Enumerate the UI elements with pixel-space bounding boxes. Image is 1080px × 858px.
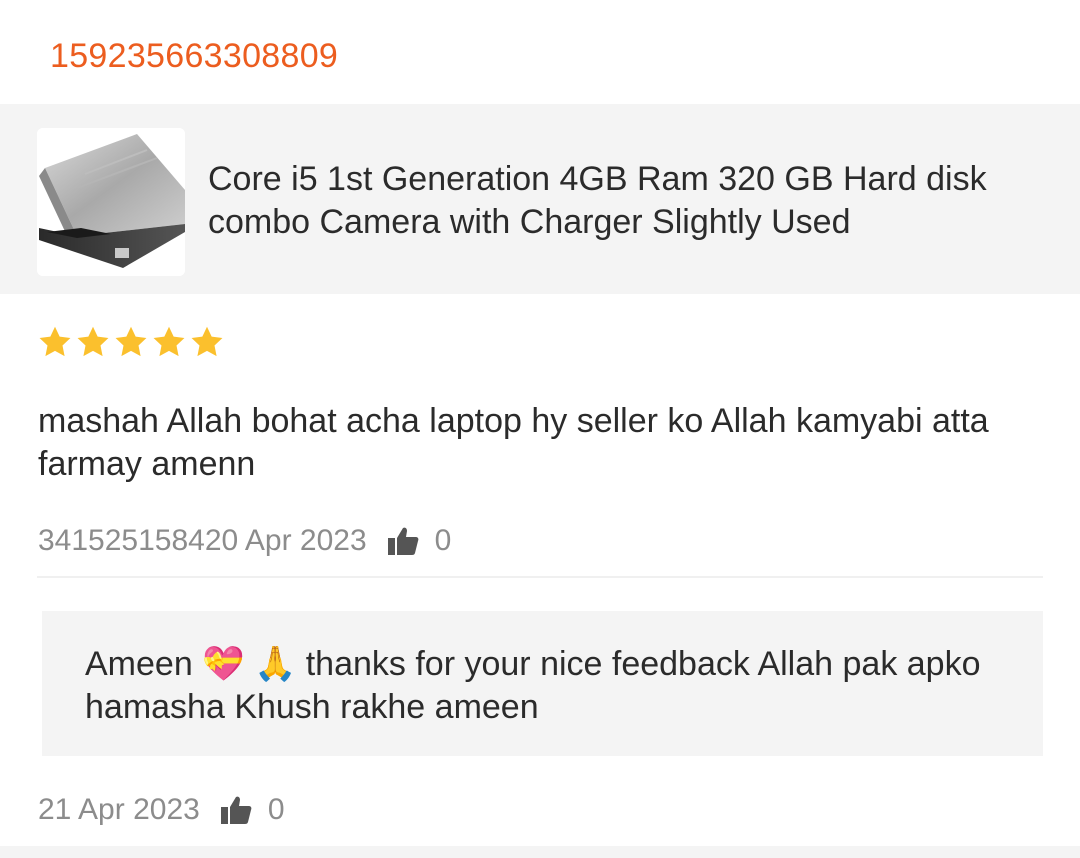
reply-date: 21 Apr 2023 <box>38 793 200 826</box>
divider <box>37 576 1043 578</box>
star-rating <box>37 324 225 364</box>
laptop-image <box>37 128 185 276</box>
reply-like-count: 0 <box>267 793 285 826</box>
bottom-strip <box>0 846 1080 858</box>
star-icon <box>115 326 147 357</box>
product-thumbnail[interactable] <box>37 128 185 276</box>
review-text: mashah Allah bohat acha laptop hy seller… <box>38 402 989 483</box>
review-meta: 341525158420 Apr 2023 0 <box>38 521 451 561</box>
product-panel[interactable]: Core i5 1st Generation 4GB Ram 320 GB Ha… <box>0 104 1080 294</box>
star-icon <box>77 326 109 357</box>
review-like-count: 0 <box>434 524 452 557</box>
order-header: 159235663308809 <box>0 0 1080 104</box>
product-title[interactable]: Core i5 1st Generation 4GB Ram 320 GB Ha… <box>208 158 1058 244</box>
thumbs-up-icon[interactable] <box>220 795 252 825</box>
star-icon <box>191 326 223 357</box>
star-icon <box>39 326 71 357</box>
seller-reply: Ameen 💝 🙏 thanks for your nice feedback … <box>42 611 1043 756</box>
star-icon <box>153 326 185 357</box>
reply-meta: 21 Apr 2023 0 <box>38 790 285 830</box>
reply-text: Ameen 💝 🙏 thanks for your nice feedback … <box>85 645 981 726</box>
order-id[interactable]: 159235663308809 <box>50 36 338 76</box>
thumbs-up-icon[interactable] <box>387 526 419 556</box>
review-meta-text: 341525158420 Apr 2023 <box>38 524 367 557</box>
